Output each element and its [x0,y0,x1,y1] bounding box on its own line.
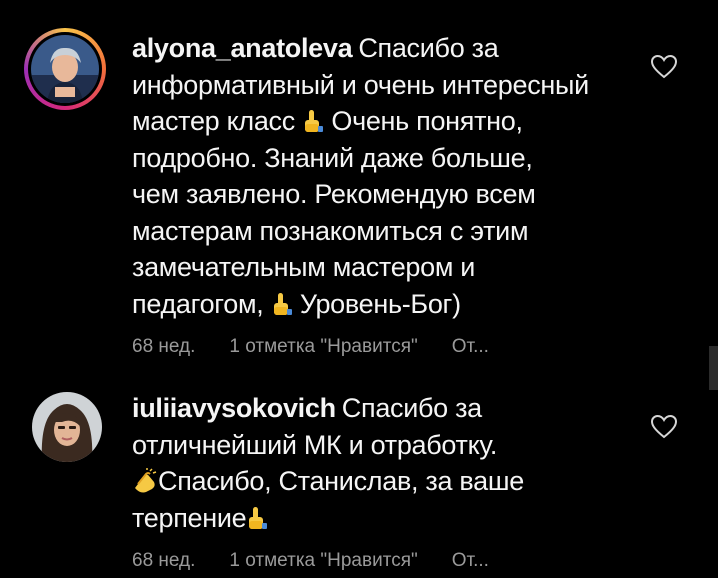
comment-text: педагогом, [132,288,271,319]
thumbs-up-emoji [249,506,268,529]
scrollbar[interactable] [709,346,718,390]
reply-button[interactable]: От... [452,336,489,357]
reply-button[interactable]: От... [452,550,489,571]
comment-text: мастер класс [132,106,295,136]
comment-text: мастерам познакомиться с этим [132,215,529,246]
comment-time[interactable]: 68 нед. [132,550,195,571]
comment-username[interactable]: iuliiavysokovich [132,393,336,423]
comment-text: Спасибо за [358,33,499,63]
avatar[interactable] [32,392,102,462]
heart-outline-icon[interactable] [650,414,678,440]
avatar-story-ring[interactable] [24,28,106,110]
comment-username[interactable]: alyona_anatoleva [132,33,353,63]
comment-text: подробно. Знаний даже больше, [132,142,533,173]
comment-text: чем заявлено. Рекомендую всем [132,179,536,209]
comment-body: alyona_anatoleva Спасибо за информативный… [132,30,632,360]
clapping-hands-emoji [135,468,157,493]
thumbs-up-emoji [305,110,324,132]
comment-text: информативный и очень интересный [132,69,589,100]
comment-body: iuliiavysokovich Спасибо за отличнейший М… [132,390,632,574]
comment-meta: 68 нед. 1 отметка "Нравится" От... [132,548,632,574]
comment-likes-count[interactable]: 1 отметка "Нравится" [229,550,417,571]
comment-time[interactable]: 68 нед. [132,336,195,357]
comment-item: iuliiavysokovich Спасибо за отличнейший М… [0,388,718,571]
comment-text: отличнейший МК и отработку. [132,429,498,460]
comment-text: Уровень-Бог) [299,288,461,319]
comment-meta: 68 нед. 1 отметка "Нравится" От... [132,334,632,360]
avatar[interactable] [31,35,99,103]
comment-text: Спасибо, Станислав, за ваше [158,466,524,496]
comment-text: Очень понятно, [324,106,523,136]
comment-text: замечательным мастером и [132,252,476,282]
comment-text: Спасибо за [341,393,482,423]
comment-likes-count[interactable]: 1 отметка "Нравится" [229,336,417,357]
thumbs-up-emoji [273,292,292,315]
comment-text: терпение [132,502,247,533]
heart-outline-icon[interactable] [650,54,678,80]
